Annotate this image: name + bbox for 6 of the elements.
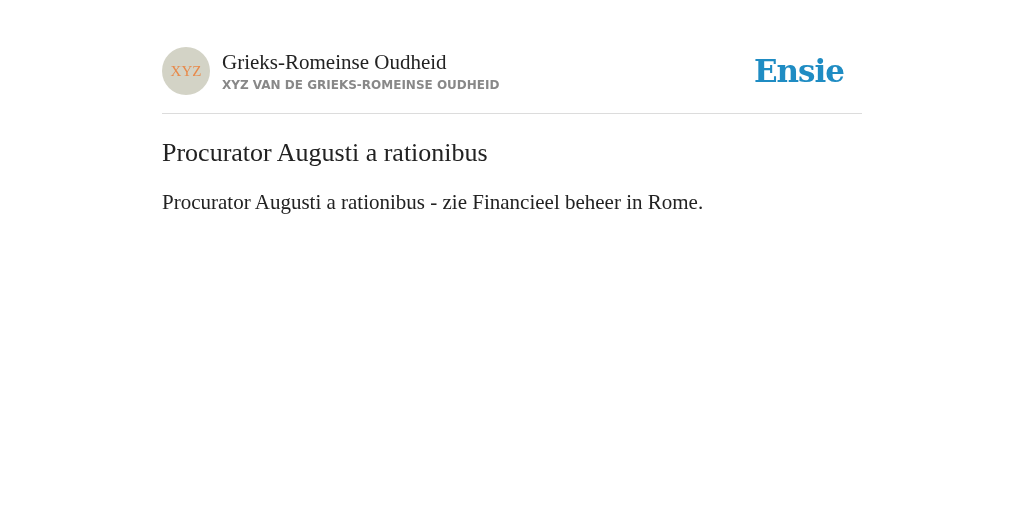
avatar: XYZ	[162, 47, 210, 95]
category-subtitle: XYZ VAN DE GRIEKS-ROMEINSE OUDHEID	[222, 78, 501, 92]
article-heading: Procurator Augusti a rationibus	[162, 138, 489, 168]
category-title: Grieks-Romeinse Oudheid	[222, 50, 448, 74]
logo[interactable]: Ensie	[753, 53, 844, 89]
article-body: Procurator Augusti a rationibus - zie Financieel beheer in Rome.	[162, 190, 705, 215]
